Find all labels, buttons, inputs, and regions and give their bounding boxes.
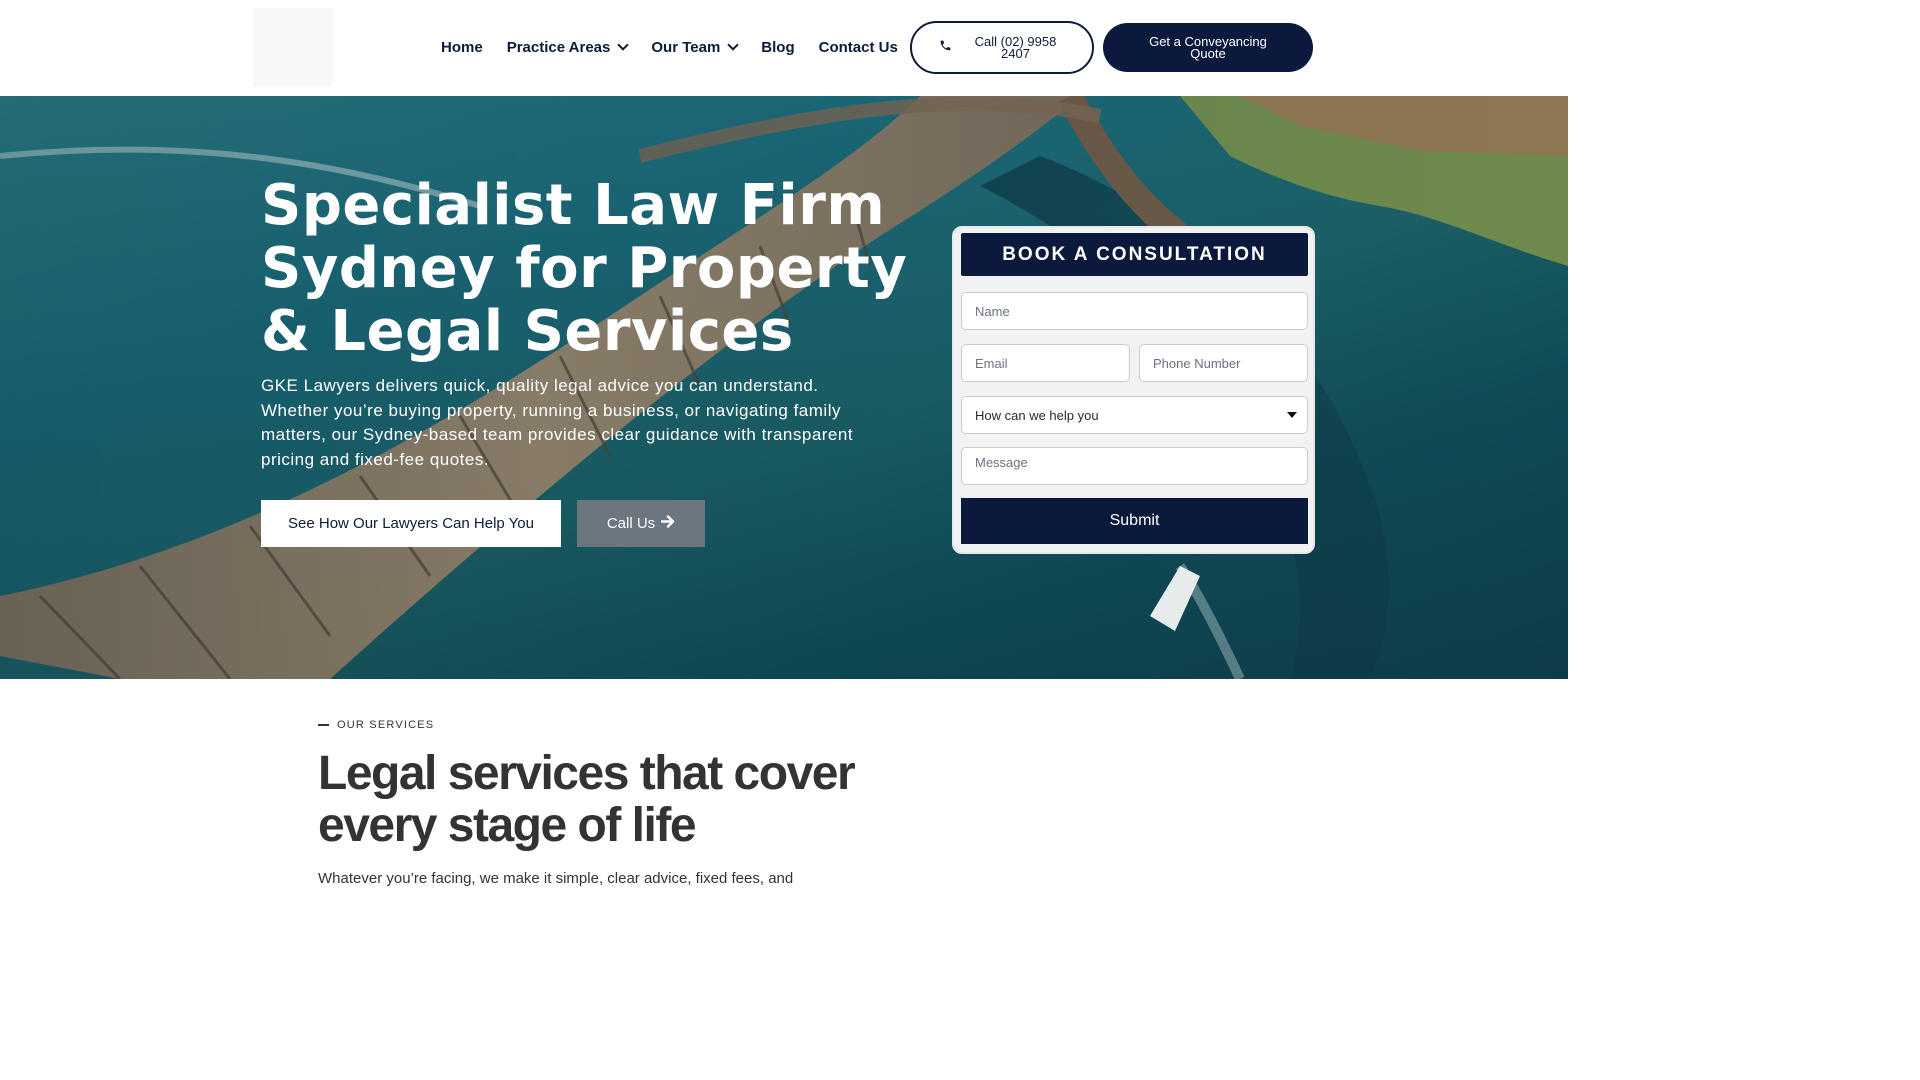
- email-placeholder: Email: [975, 355, 1008, 371]
- form-heading: BOOK A CONSULTATION: [961, 233, 1308, 276]
- hero-title: Specialist Law Firm Sydney for Property …: [261, 173, 908, 364]
- conveyancing-quote-label: Get a Conveyancing Quote: [1149, 33, 1267, 61]
- nav-home[interactable]: Home: [441, 39, 483, 56]
- chevron-down-icon: [727, 39, 739, 51]
- services-eyebrow-label: OUR SERVICES: [337, 719, 435, 731]
- services-title: Legal services that cover every stage of…: [318, 747, 856, 852]
- nav-contact-us-label: Contact Us: [818, 38, 898, 56]
- email-field[interactable]: Email: [961, 344, 1130, 382]
- eyebrow-dash: [318, 724, 329, 726]
- help-topic-select[interactable]: How can we help you: [961, 396, 1308, 434]
- help-topic-value: How can we help you: [975, 407, 1099, 423]
- services-description: Whatever you’re facing, we make it simpl…: [318, 870, 794, 887]
- call-us-button[interactable]: Call Us: [577, 500, 705, 547]
- conveyancing-quote-button[interactable]: Get a Conveyancing Quote: [1103, 23, 1313, 72]
- header-call-button[interactable]: Call (02) 9958 2407: [910, 21, 1094, 74]
- nav-home-label: Home: [441, 38, 483, 56]
- see-how-button[interactable]: See How Our Lawyers Can Help You: [261, 500, 561, 547]
- nav-practice-areas[interactable]: Practice Areas: [506, 38, 630, 56]
- site-header: Home Practice Areas Our Team Blog Contac…: [0, 0, 1568, 96]
- hero-title-line: & Legal Services: [261, 299, 794, 364]
- nav-contact-us[interactable]: Contact Us: [819, 39, 898, 56]
- services-eyebrow: OUR SERVICES: [318, 719, 434, 731]
- submit-button[interactable]: Submit: [961, 498, 1308, 544]
- nav-blog-label: Blog: [761, 38, 795, 56]
- hero-description: GKE Lawyers delivers quick, quality lega…: [261, 376, 854, 469]
- phone-icon: [939, 39, 952, 57]
- submit-label: Submit: [1109, 512, 1160, 529]
- message-placeholder: Message: [975, 455, 1028, 470]
- caret-down-icon: [1287, 412, 1297, 418]
- arrow-right-icon: [660, 515, 675, 532]
- phone-placeholder: Phone Number: [1153, 355, 1241, 371]
- nav-blog[interactable]: Blog: [761, 39, 794, 56]
- nav-our-team-label: Our Team: [651, 38, 721, 56]
- call-us-label: Call Us: [606, 515, 656, 532]
- name-placeholder: Name: [975, 303, 1010, 319]
- site-logo[interactable]: [253, 8, 333, 86]
- nav-our-team[interactable]: Our Team: [651, 38, 739, 56]
- phone-field[interactable]: Phone Number: [1139, 344, 1308, 382]
- hero-title-line: Specialist Law Firm: [261, 173, 886, 238]
- message-field[interactable]: Message: [961, 447, 1308, 485]
- hero-section: Specialist Law Firm Sydney for Property …: [0, 96, 1568, 679]
- consultation-form: BOOK A CONSULTATION Name Email Phone Num…: [952, 226, 1315, 554]
- hero-title-line: Sydney for Property: [261, 236, 908, 301]
- nav-practice-areas-label: Practice Areas: [506, 38, 611, 56]
- main-nav: Home Practice Areas Our Team Blog Contac…: [441, 36, 922, 58]
- header-call-label: Call (02) 9958 2407: [974, 33, 1057, 61]
- chevron-down-icon: [617, 39, 630, 51]
- name-field[interactable]: Name: [961, 292, 1308, 330]
- see-how-label: See How Our Lawyers Can Help You: [288, 515, 534, 532]
